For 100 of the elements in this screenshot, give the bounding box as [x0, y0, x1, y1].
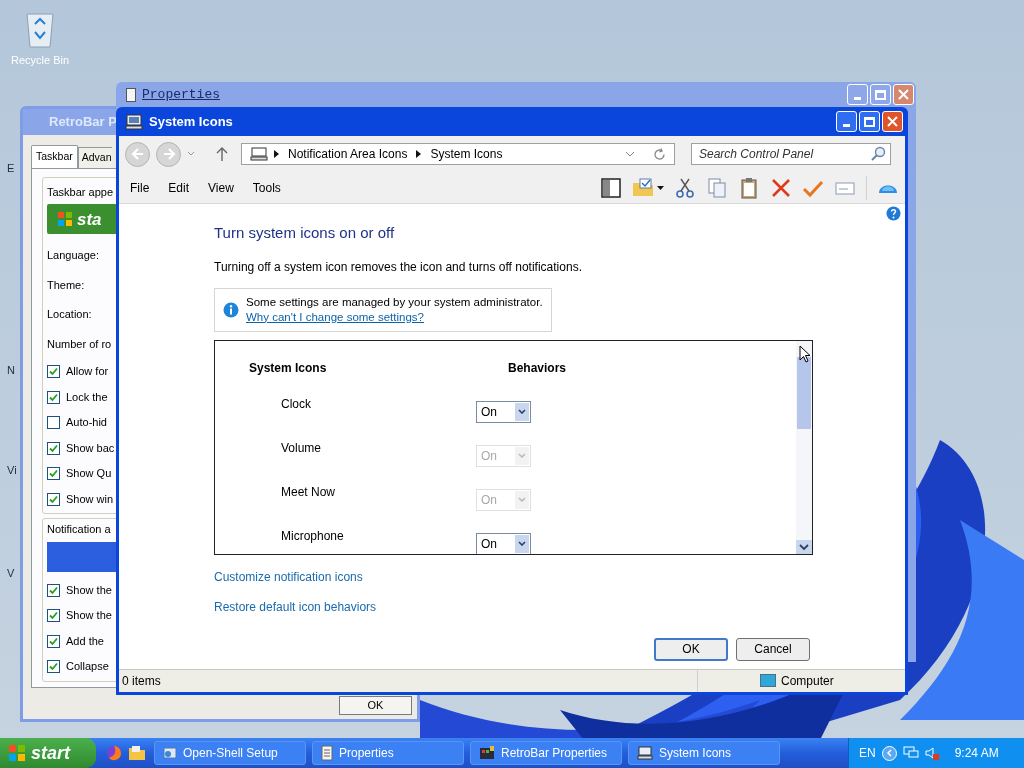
- field-label: Theme:: [47, 277, 85, 293]
- checkbox[interactable]: [47, 634, 60, 648]
- scrollbar[interactable]: [796, 340, 812, 554]
- behavior-dropdown[interactable]: On: [476, 532, 531, 554]
- field-label: Language:: [47, 248, 99, 264]
- maximize-icon: [875, 89, 886, 100]
- minimize-icon: [854, 97, 861, 100]
- option-label: Collapse: [66, 659, 109, 675]
- close-button[interactable]: [893, 84, 914, 105]
- icon-name: Microphone: [280, 527, 345, 545]
- scrollbar-thumb[interactable]: [797, 356, 811, 429]
- cursor-icon: [799, 345, 811, 363]
- flag-icon: [8, 744, 26, 762]
- flag-icon: [57, 211, 73, 228]
- desktop-icon-label: E: [7, 161, 15, 176]
- option-label: Show Qu: [66, 466, 112, 482]
- taskbar-task[interactable]: RetroBar Properties: [470, 741, 622, 765]
- scissors-icon[interactable]: [674, 176, 696, 199]
- computer-icon: [125, 113, 143, 130]
- caret-icon: [518, 453, 526, 458]
- taskbar-task[interactable]: Open-Shell Setup: [154, 741, 306, 765]
- description: Turning off a system icon removes the icon and turns off notifications.: [214, 258, 583, 276]
- option-label: Lock the: [66, 389, 108, 405]
- scroll-down-icon[interactable]: [796, 539, 812, 554]
- breadcrumb-item[interactable]: System Icons: [430, 145, 503, 163]
- notice-text: Some settings are managed by your system administrator.: [246, 294, 543, 310]
- help-icon[interactable]: [886, 206, 901, 221]
- document-icon: [126, 87, 136, 102]
- status-text: 0 items: [122, 673, 162, 690]
- browser-icon[interactable]: [106, 745, 122, 761]
- option-label: Show bac: [66, 440, 115, 456]
- desktop-icon-label: N: [7, 363, 15, 378]
- folder-check-icon[interactable]: [632, 176, 654, 199]
- option-label: Show the: [66, 608, 112, 624]
- checkbox[interactable]: [47, 416, 60, 429]
- chevron-icon[interactable]: [274, 150, 279, 158]
- window-title: System Icons: [149, 112, 233, 131]
- taskbar-task[interactable]: System Icons: [628, 741, 780, 765]
- address-bar[interactable]: Notification Area Icons System Icons: [241, 143, 675, 165]
- column-header: Behaviors: [508, 359, 567, 377]
- checkbox[interactable]: [47, 467, 60, 480]
- taskbar-task[interactable]: Properties: [312, 741, 464, 765]
- menu-item[interactable]: Edit: [165, 178, 193, 197]
- menu-item[interactable]: View: [205, 178, 237, 197]
- refresh-icon[interactable]: [653, 147, 666, 161]
- icon-name: Clock: [280, 395, 312, 413]
- option-label: Add the: [66, 633, 104, 649]
- search-icon[interactable]: [870, 146, 886, 162]
- task-link[interactable]: Restore default icon behaviors: [214, 597, 377, 616]
- expand-tray-button[interactable]: [881, 745, 897, 761]
- muted-speaker-icon[interactable]: [924, 746, 939, 760]
- desktop-icon-label: Vi: [7, 463, 17, 478]
- minimize-icon: [843, 124, 850, 127]
- field-label: Number of ro: [47, 336, 112, 352]
- help-link[interactable]: Why can't I change some settings?: [246, 309, 543, 325]
- ok-button[interactable]: OK: [339, 695, 412, 715]
- checkbox[interactable]: [47, 365, 60, 378]
- minimize-button[interactable]: [847, 84, 868, 105]
- dialog-button[interactable]: OK: [654, 637, 728, 661]
- menu-item[interactable]: Tools: [249, 178, 284, 197]
- option-label: Show the: [66, 582, 112, 598]
- menu-item[interactable]: File: [127, 178, 153, 197]
- maximize-button[interactable]: [870, 84, 891, 105]
- dropdown-icon[interactable]: [625, 151, 635, 157]
- up-arrow-icon[interactable]: [215, 146, 229, 162]
- checkbox[interactable]: [47, 492, 60, 506]
- chevron-icon: [886, 749, 893, 757]
- caret-icon: [518, 497, 526, 502]
- option-label: Allow for: [66, 364, 109, 380]
- minimize-button[interactable]: [836, 111, 857, 132]
- column-header: System Icons: [249, 359, 328, 377]
- dialog-button[interactable]: Cancel: [736, 637, 810, 661]
- behavior-dropdown[interactable]: On: [476, 400, 531, 423]
- folder-icon[interactable]: [128, 745, 146, 761]
- caret-icon[interactable]: [657, 185, 664, 190]
- maximize-button[interactable]: [859, 111, 880, 132]
- checkbox[interactable]: [47, 660, 60, 673]
- copy-icon[interactable]: [706, 176, 728, 199]
- delete-icon[interactable]: [770, 176, 792, 199]
- maximize-icon: [864, 116, 875, 127]
- close-button[interactable]: [882, 111, 903, 132]
- clipboard-icon[interactable]: [738, 176, 760, 199]
- search-field[interactable]: Search Control Panel: [691, 143, 891, 165]
- setup-icon: [163, 746, 177, 760]
- tab[interactable]: Taskbar: [31, 145, 78, 168]
- chevron-icon[interactable]: [416, 150, 422, 158]
- network-icon[interactable]: [902, 746, 919, 760]
- icon-name: Meet Now: [280, 483, 337, 501]
- forward-arrow-icon: [161, 147, 176, 161]
- breadcrumb-item[interactable]: Notification Area Icons: [288, 145, 408, 163]
- checkbox[interactable]: [47, 583, 60, 597]
- task-link[interactable]: Customize notification icons: [214, 567, 363, 586]
- document-icon: [321, 745, 333, 761]
- monitor-icon: [760, 674, 776, 688]
- checkbox[interactable]: [47, 609, 60, 622]
- tab[interactable]: Advan: [77, 147, 112, 168]
- panel-icon[interactable]: [600, 176, 622, 199]
- checkbox[interactable]: [47, 390, 60, 404]
- checkbox[interactable]: [47, 441, 60, 455]
- start-label: sta: [77, 208, 102, 231]
